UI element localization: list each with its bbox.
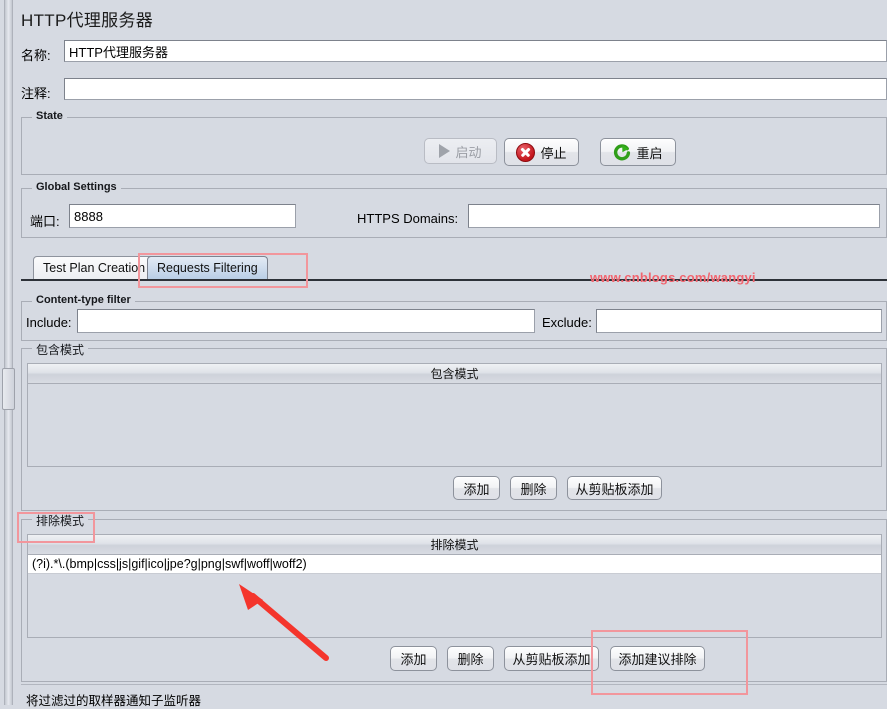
- refresh-icon: [613, 143, 631, 161]
- content-type-filter-caption: Content-type filter: [32, 294, 135, 306]
- name-label: 名称:: [21, 48, 51, 63]
- include-add-button[interactable]: 添加: [453, 476, 500, 500]
- exclude-add-button-label: 添加: [400, 652, 427, 667]
- vertical-scrollbar-thumb[interactable]: [2, 368, 15, 410]
- include-add-button-label: 添加: [463, 481, 490, 497]
- include-patterns-column-header[interactable]: 包含模式: [28, 364, 881, 384]
- include-delete-button[interactable]: 删除: [510, 476, 557, 500]
- table-row[interactable]: (?i).*\.(bmp|css|js|gif|ico|jpe?g|png|sw…: [28, 555, 881, 574]
- exclude-patterns-caption: 排除模式: [32, 512, 89, 529]
- restart-button[interactable]: 重启: [600, 138, 676, 166]
- stop-button[interactable]: 停止: [504, 138, 579, 166]
- play-icon: [439, 144, 451, 158]
- port-label: 端口:: [30, 214, 60, 229]
- exclude-label: Exclude:: [542, 315, 592, 330]
- include-patterns-caption: 包含模式: [32, 341, 89, 358]
- name-input[interactable]: HTTP代理服务器: [64, 40, 887, 62]
- tab-requests-filtering-label: Requests Filtering: [157, 261, 258, 275]
- start-button-label: 启动: [455, 144, 482, 160]
- exclude-add-from-clipboard-button[interactable]: 从剪贴板添加: [504, 646, 599, 671]
- https-domains-label: HTTPS Domains:: [357, 211, 459, 226]
- vertical-scrollbar[interactable]: [2, 360, 15, 660]
- stop-button-label: 停止: [540, 145, 567, 161]
- include-delete-button-label: 删除: [520, 481, 547, 497]
- include-content-type-input[interactable]: [77, 309, 535, 333]
- https-domains-input[interactable]: [468, 204, 880, 228]
- port-input[interactable]: 8888: [69, 204, 296, 228]
- notify-child-listeners-label: 将过滤过的取样器通知子监听器: [26, 694, 202, 708]
- exclude-add-from-clipboard-button-label: 从剪贴板添加: [512, 652, 591, 667]
- proxy-server-panel: HTTP代理服务器 名称: HTTP代理服务器 注释: State 启动 停止 …: [16, 0, 887, 708]
- include-label: Include:: [26, 315, 72, 330]
- footer-divider: [21, 684, 887, 685]
- comment-input[interactable]: [64, 78, 887, 100]
- exclude-patterns-table[interactable]: 排除模式 (?i).*\.(bmp|css|js|gif|ico|jpe?g|p…: [27, 534, 882, 638]
- restart-button-label: 重启: [636, 145, 663, 161]
- exclude-content-type-input[interactable]: [596, 309, 882, 333]
- stop-sign-icon: [516, 142, 536, 162]
- tab-test-plan-creation-label: Test Plan Creation: [43, 261, 146, 275]
- include-add-from-clipboard-button-label: 从剪贴板添加: [575, 481, 654, 497]
- start-button[interactable]: 启动: [424, 138, 497, 164]
- global-settings-caption: Global Settings: [32, 181, 121, 193]
- exclude-delete-button-label: 删除: [457, 652, 484, 667]
- add-suggested-excludes-button[interactable]: 添加建议排除: [610, 646, 705, 671]
- include-add-from-clipboard-button[interactable]: 从剪贴板添加: [567, 476, 662, 500]
- tab-requests-filtering[interactable]: Requests Filtering: [147, 256, 268, 279]
- comment-label: 注释:: [21, 86, 51, 101]
- page-title: HTTP代理服务器: [21, 11, 154, 30]
- watermark-text: www.cnblogs.com/wangyi: [590, 270, 756, 285]
- exclude-delete-button[interactable]: 删除: [447, 646, 494, 671]
- tab-underline: [21, 279, 887, 281]
- add-suggested-excludes-button-label: 添加建议排除: [618, 652, 697, 667]
- include-patterns-table[interactable]: 包含模式: [27, 363, 882, 467]
- exclude-add-button[interactable]: 添加: [390, 646, 437, 671]
- state-group-caption: State: [32, 110, 67, 122]
- tab-test-plan-creation[interactable]: Test Plan Creation: [33, 256, 156, 279]
- exclude-patterns-column-header[interactable]: 排除模式: [28, 535, 881, 555]
